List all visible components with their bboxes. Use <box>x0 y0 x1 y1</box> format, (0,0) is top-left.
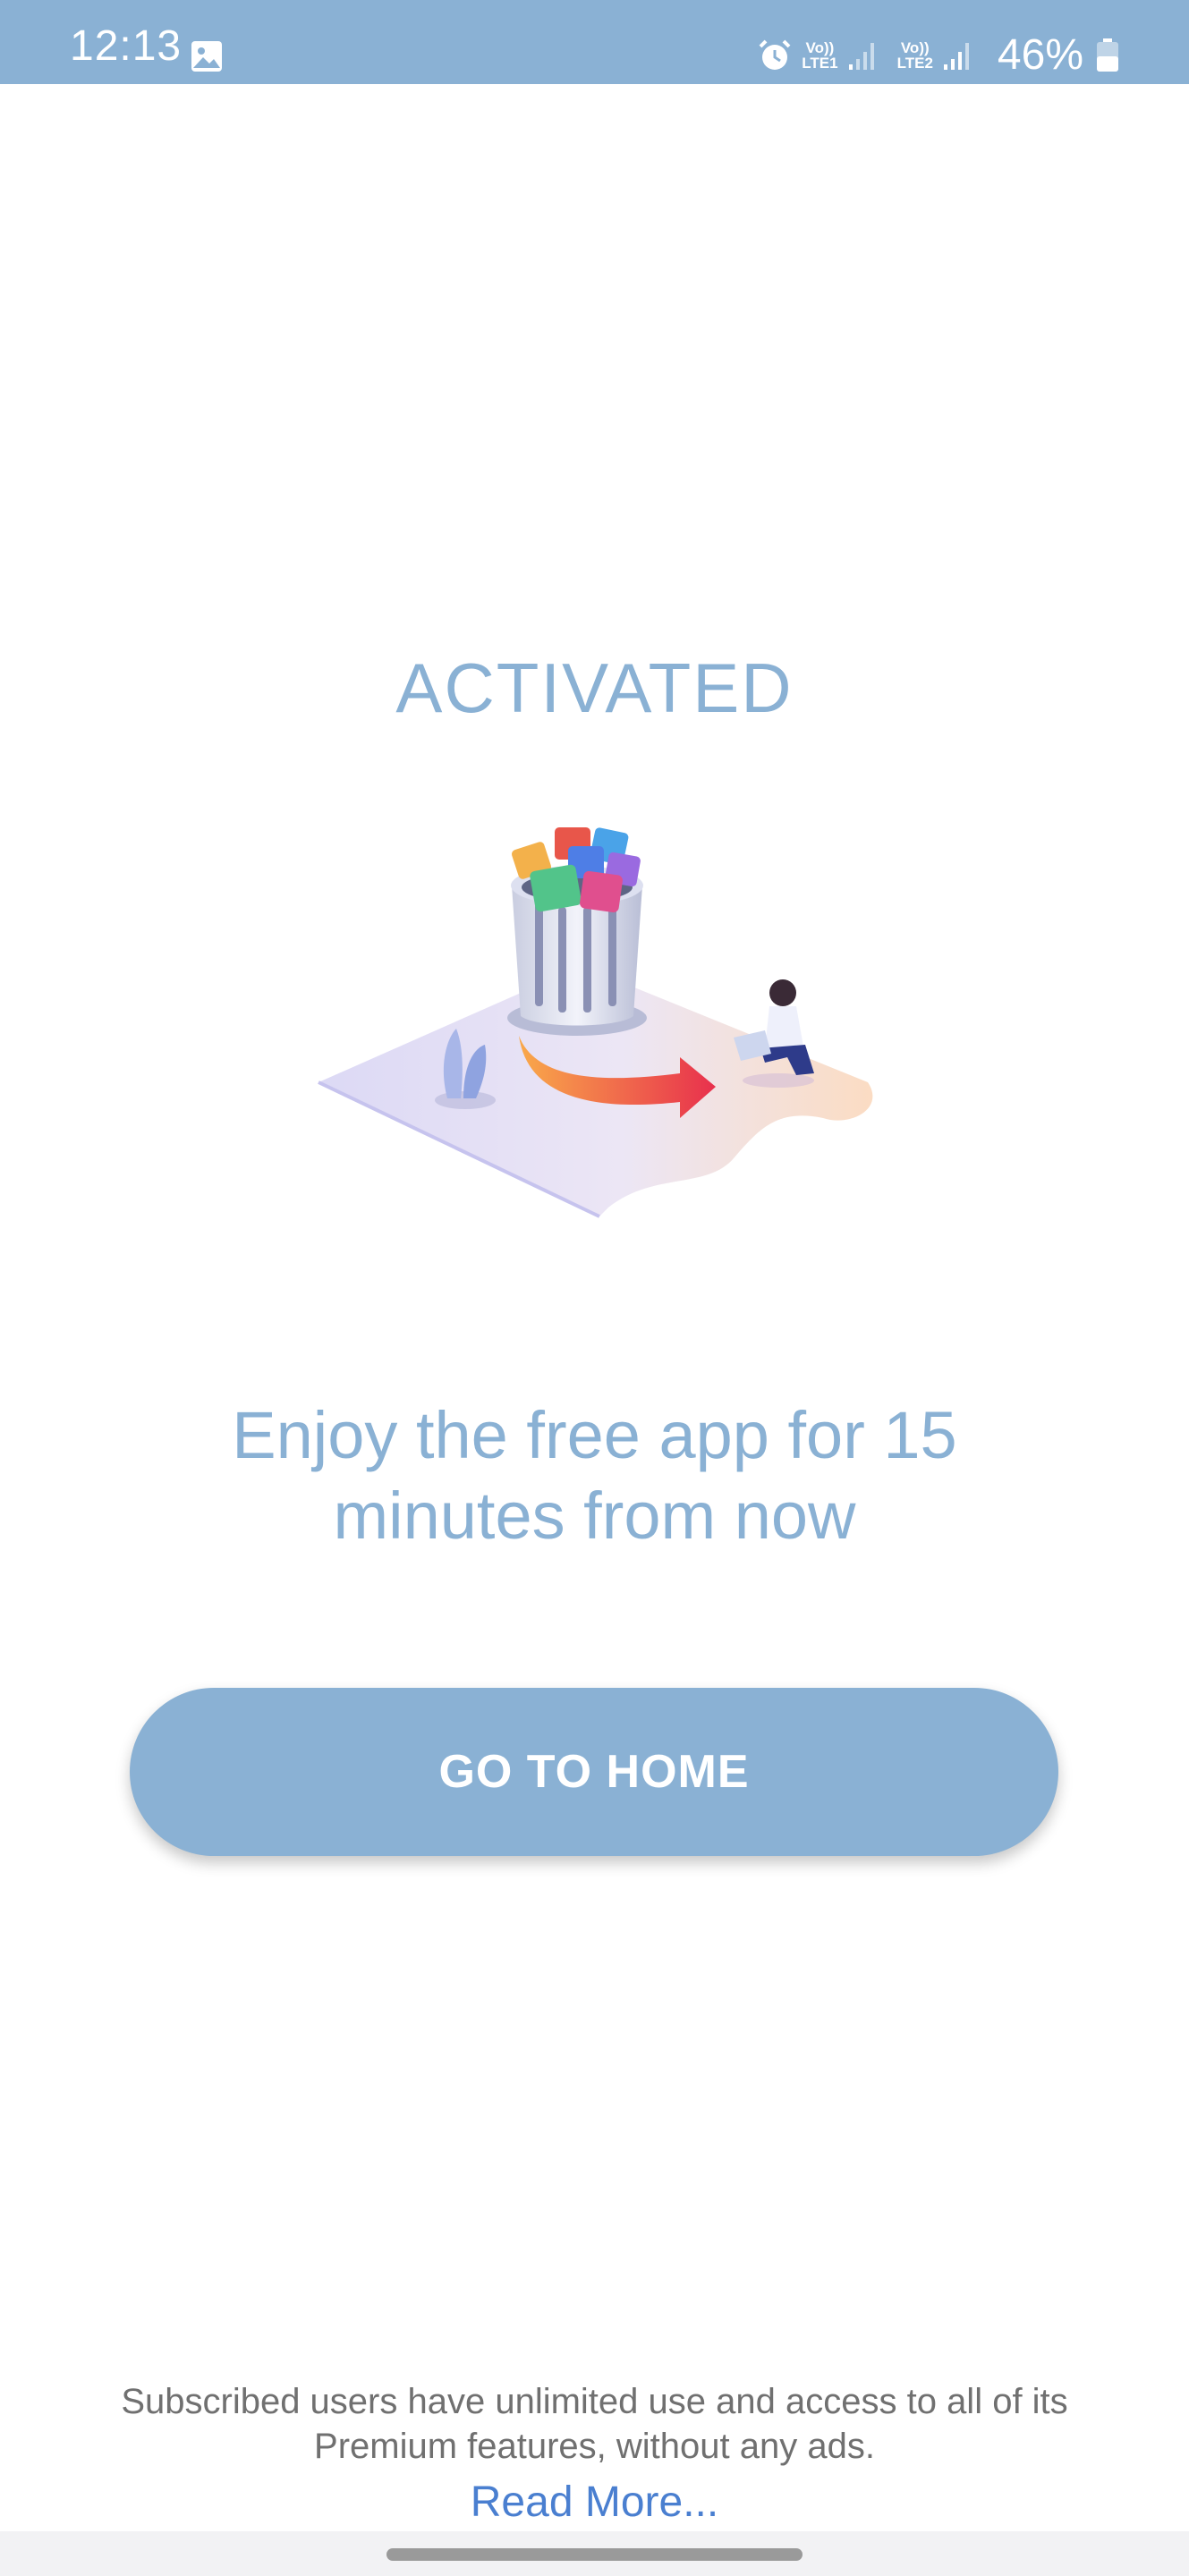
battery-icon <box>1097 38 1118 72</box>
sim1-lte-label: LTE1 <box>802 55 838 72</box>
battery-percent: 46% <box>997 31 1083 79</box>
gallery-icon <box>191 41 222 72</box>
alarm-icon <box>759 39 791 70</box>
sim2-network: Vo)) LTE2 <box>897 40 933 71</box>
free-period-message: Enjoy the free app for 15 minutes from n… <box>232 1398 957 1553</box>
sim1-network: Vo)) LTE1 <box>802 40 837 71</box>
status-indicators: Vo)) LTE1 Vo)) LTE2 46% <box>757 30 1119 80</box>
recycle-bin-illustration <box>318 827 873 1218</box>
home-indicator[interactable] <box>386 2548 803 2561</box>
page-title: ACTIVATED <box>395 648 794 727</box>
read-more-link[interactable]: Read More... <box>0 2478 1189 2527</box>
signal-icon <box>848 43 874 70</box>
subscription-note: Subscribed users have unlimited use and … <box>121 2382 1068 2466</box>
signal-icon <box>943 43 969 70</box>
status-bar: 12:13 Vo)) LTE1 Vo)) LTE2 46% <box>0 0 1189 84</box>
sim1-volte-label: Vo)) <box>805 39 835 56</box>
go-to-home-button[interactable]: GO TO HOME <box>130 1688 1058 1856</box>
sim2-lte-label: LTE2 <box>896 55 933 72</box>
status-time: 12:13 <box>70 22 183 70</box>
sim2-volte-label: Vo)) <box>900 39 930 56</box>
go-to-home-label: GO TO HOME <box>438 1746 750 1798</box>
